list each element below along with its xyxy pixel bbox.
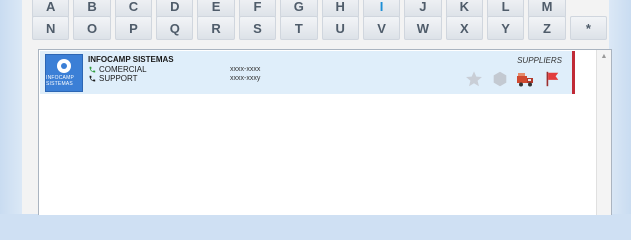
contact-number[interactable]: xxxx-xxxx — [230, 66, 260, 73]
letter-z-button[interactable]: Z — [528, 16, 566, 40]
logo-text: INFOCAMP SISTEMAS — [46, 75, 74, 87]
letter-n-button[interactable]: N — [32, 16, 70, 40]
record-actions — [464, 69, 562, 89]
phone-icon — [89, 75, 96, 81]
letter-t-button[interactable]: T — [280, 16, 318, 40]
contact-label: SUPPORT — [99, 74, 138, 83]
truck-icon[interactable] — [516, 69, 536, 89]
letter-q-button[interactable]: Q — [156, 16, 194, 40]
letter-v-button[interactable]: V — [362, 16, 401, 40]
scroll-up-icon[interactable]: ▲ — [597, 50, 611, 62]
contact-list: INFOCAMP SISTEMAS INFOCAMP SISTEMAS COME… — [38, 49, 612, 215]
letter-o-button[interactable]: O — [73, 16, 111, 40]
star-icon[interactable] — [464, 69, 484, 89]
logo-icon — [57, 59, 71, 73]
contacts-panel: A B C D E F G H I J K L M N O P Q R S T … — [22, 0, 612, 215]
all-letters-button[interactable]: * — [569, 16, 608, 40]
contact-row: SUPPORT — [88, 74, 138, 83]
letter-x-button[interactable]: X — [445, 16, 483, 40]
letter-w-button[interactable]: W — [404, 16, 442, 40]
flag-icon[interactable] — [542, 69, 562, 89]
letter-p-button[interactable]: P — [114, 16, 153, 40]
hexagon-icon[interactable] — [490, 69, 510, 89]
letter-y-button[interactable]: Y — [486, 16, 525, 40]
letter-r-button[interactable]: R — [197, 16, 235, 40]
record-accent-bar — [572, 51, 575, 94]
letter-s-button[interactable]: S — [238, 16, 277, 40]
company-name: INFOCAMP SISTEMAS — [88, 55, 174, 64]
alphabet-row-2: N O P Q R S T U V W X Y Z * — [30, 16, 609, 40]
category-label: SUPPLIERS — [517, 56, 562, 65]
company-logo: INFOCAMP SISTEMAS — [45, 54, 83, 92]
window-frame-right — [609, 0, 631, 214]
contact-row: COMERCIAL — [88, 65, 147, 74]
contact-label: COMERCIAL — [99, 65, 147, 74]
vertical-scrollbar[interactable]: ▲ — [596, 50, 611, 215]
letter-u-button[interactable]: U — [321, 16, 359, 40]
list-item[interactable]: INFOCAMP SISTEMAS INFOCAMP SISTEMAS COME… — [40, 51, 572, 94]
contact-number[interactable]: xxxx-xxxy — [230, 75, 260, 82]
window-frame-left — [0, 0, 22, 214]
phone-icon — [89, 66, 96, 72]
